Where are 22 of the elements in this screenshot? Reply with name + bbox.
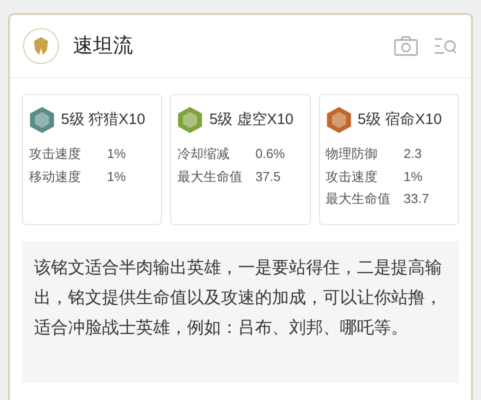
stat-value: 0.6% — [255, 145, 285, 163]
rune-title: 5级 虚空X10 — [209, 110, 294, 130]
stat-name: 移动速度 — [29, 168, 82, 186]
stat-value: 33.7 — [404, 190, 429, 208]
card-title: 速坦流 — [73, 34, 133, 59]
stat-name: 攻击速度 — [29, 145, 82, 163]
stat-value: 37.5 — [255, 168, 281, 186]
stat-name: 最大生命值 — [177, 168, 244, 186]
stat-name: 冷却缩减 — [177, 145, 230, 163]
stat-name: 最大生命值 — [326, 190, 392, 208]
rune-title: 5级 狩猎X10 — [61, 110, 146, 130]
helmet-icon — [23, 28, 59, 64]
description-text: 该铭文适合半肉输出英雄，一是要站得住，二是提高输出，铭文提供生命值以及攻速的加成，可以让你站撸，适合冲脸战士英雄，例如：吕布、刘邦、哪吒等。 — [34, 257, 443, 339]
stat-name: 攻击速度 — [326, 168, 379, 186]
rune-title: 5级 宿命X10 — [358, 110, 442, 130]
stat-value: 1% — [107, 168, 126, 186]
stat-value: 1% — [404, 168, 422, 186]
search-list-icon[interactable] — [434, 36, 458, 56]
stat-name: 物理防御 — [326, 145, 379, 163]
camera-icon[interactable] — [394, 36, 418, 56]
stat-value: 1% — [107, 145, 126, 163]
stat-value: 2.3 — [404, 145, 422, 163]
